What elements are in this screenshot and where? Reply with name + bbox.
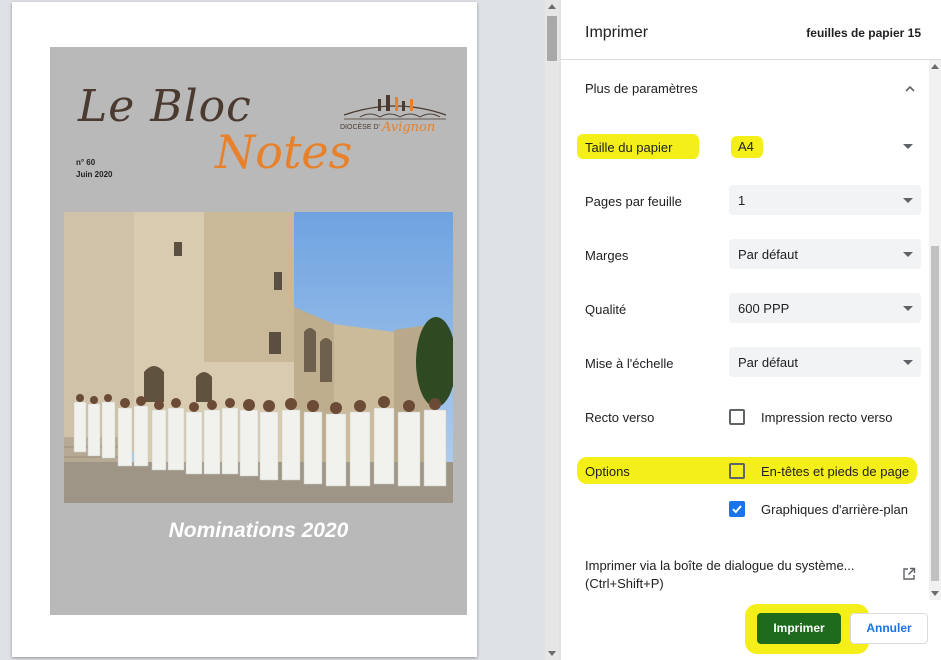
background-graphics-checkbox[interactable] [729, 501, 745, 517]
print-button[interactable]: Imprimer [757, 613, 841, 644]
scroll-thumb[interactable] [931, 246, 939, 581]
scale-select[interactable]: Par défaut [729, 347, 921, 377]
quality-value: 600 PPP [738, 301, 790, 316]
dropdown-caret-icon [903, 198, 913, 203]
print-settings-panel: Imprimer feuilles de papier 15 Plus de p… [561, 0, 941, 660]
dropdown-caret-icon [903, 252, 913, 257]
margins-value: Par défaut [738, 247, 798, 262]
issue-date: Juin 2020 [76, 170, 113, 179]
background-graphics-label[interactable]: Graphiques d'arrière-plan [761, 502, 908, 517]
headers-footers-label[interactable]: En-têtes et pieds de page [761, 464, 909, 479]
quality-select[interactable]: 600 PPP [729, 293, 921, 323]
preview-scrollbar[interactable] [545, 0, 559, 660]
svg-text:Avignon: Avignon [381, 120, 435, 135]
scroll-down-arrow-icon[interactable] [548, 651, 556, 656]
open-in-new-icon[interactable] [902, 567, 916, 581]
more-settings-toggle[interactable]: Plus de paramètres [585, 81, 698, 96]
scroll-up-arrow-icon[interactable] [548, 4, 556, 9]
paper-size-select[interactable]: A4 [729, 131, 921, 161]
duplex-label: Recto verso [585, 410, 655, 425]
scroll-up-arrow-icon[interactable] [931, 64, 939, 69]
checkmark-icon [732, 505, 742, 514]
panel-title: Imprimer [585, 24, 649, 41]
system-dialog-link[interactable]: Imprimer via la boîte de dialogue du sys… [585, 558, 855, 573]
print-preview: Le Bloc Notes n° 60 Juin 2020 DIOCÈSE D'… [0, 0, 545, 660]
sheet-count: feuilles de papier 15 [806, 26, 921, 40]
svg-text:DIOCÈSE D': DIOCÈSE D' [340, 122, 380, 131]
pages-per-sheet-select[interactable]: 1 [729, 185, 921, 215]
settings-scrollbar[interactable] [929, 60, 941, 600]
paper-size-label: Taille du papier [585, 140, 673, 155]
scroll-thumb[interactable] [547, 16, 557, 61]
scale-value: Par défaut [738, 355, 798, 370]
preview-page: Le Bloc Notes n° 60 Juin 2020 DIOCÈSE D'… [12, 2, 477, 657]
dropdown-caret-icon [903, 360, 913, 365]
pages-per-sheet-value: 1 [738, 193, 746, 208]
magazine-title-notes: Notes [215, 125, 353, 179]
cover-caption: Nominations 2020 [168, 519, 349, 542]
headers-footers-checkbox[interactable] [729, 463, 745, 479]
panel-header: Imprimer feuilles de papier 15 [561, 0, 941, 60]
scale-label: Mise à l'échelle [585, 356, 674, 371]
pages-per-sheet-label: Pages par feuille [585, 194, 682, 209]
duplex-option-label[interactable]: Impression recto verso [761, 410, 893, 425]
duplex-checkbox[interactable] [729, 409, 745, 425]
options-label: Options [585, 464, 630, 479]
scroll-down-arrow-icon[interactable] [931, 591, 939, 596]
quality-label: Qualité [585, 302, 627, 317]
magazine-cover: Le Bloc Notes n° 60 Juin 2020 DIOCÈSE D'… [50, 47, 467, 615]
system-dialog-shortcut: (Ctrl+Shift+P) [585, 576, 664, 591]
dropdown-caret-icon [903, 306, 913, 311]
margins-label: Marges [585, 248, 629, 263]
diocese-logo: DIOCÈSE D' Avignon [340, 91, 450, 137]
margins-select[interactable]: Par défaut [729, 239, 921, 269]
paper-size-value: A4 [738, 139, 754, 154]
issue-number: n° 60 [76, 158, 96, 167]
cancel-button[interactable]: Annuler [850, 613, 928, 644]
cover-photo [64, 212, 453, 503]
dropdown-caret-icon [903, 144, 913, 149]
chevron-up-icon[interactable] [905, 84, 915, 94]
